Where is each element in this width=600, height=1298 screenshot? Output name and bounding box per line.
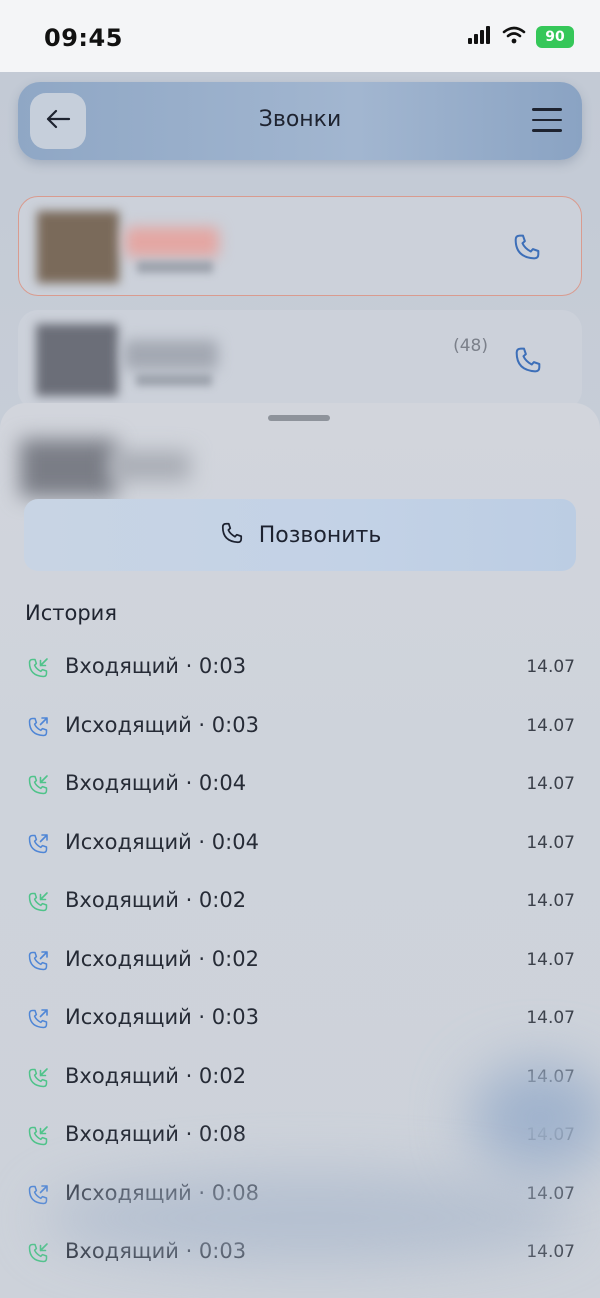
menu-button[interactable] xyxy=(532,108,562,134)
call-type-duration: Входящий · 0:04 xyxy=(65,771,247,795)
incoming-call-icon xyxy=(26,656,50,680)
history-row[interactable]: Исходящий · 0:08 14.07 xyxy=(0,1166,600,1225)
call-button[interactable]: Позвонить xyxy=(24,499,576,571)
call-date: 14.07 xyxy=(526,832,575,853)
call-type-duration: Исходящий · 0:04 xyxy=(65,829,259,854)
history-row[interactable]: Входящий · 0:08 14.07 xyxy=(0,1107,600,1166)
history-row[interactable]: Входящий · 0:02 14.07 xyxy=(0,1049,600,1108)
history-row[interactable]: Исходящий · 0:03 14.07 xyxy=(0,698,600,757)
wifi-icon xyxy=(502,26,526,48)
call-date: 14.07 xyxy=(526,891,575,911)
call-history-sheet: Позвонить История Входящий · 0:03 14.07 Ис… xyxy=(0,403,600,1298)
avatar xyxy=(36,324,118,396)
status-bar: 09:45 90 xyxy=(0,0,600,72)
history-row[interactable]: Входящий · 0:04 14.07 xyxy=(0,756,600,815)
battery-indicator: 90 xyxy=(536,26,574,48)
header-bar: Звонки xyxy=(18,82,582,160)
incoming-call-icon xyxy=(26,1124,50,1148)
call-date: 14.07 xyxy=(526,1183,575,1204)
call-date: 14.07 xyxy=(526,1242,575,1262)
call-type-duration: Исходящий · 0:03 xyxy=(65,1005,259,1029)
contact-card[interactable]: (48) xyxy=(18,310,582,410)
history-row[interactable]: Исходящий · 0:02 14.07 xyxy=(0,932,600,991)
contact-card[interactable] xyxy=(18,196,582,296)
contact-avatar-blurred xyxy=(20,439,116,497)
history-row[interactable]: Исходящий · 0:04 14.07 xyxy=(0,815,600,874)
incoming-call-icon xyxy=(26,1066,50,1090)
outgoing-call-icon xyxy=(26,949,50,973)
call-type-duration: Исходящий · 0:03 xyxy=(65,712,259,737)
outgoing-call-icon xyxy=(26,1183,50,1207)
page-title: Звонки xyxy=(258,107,342,132)
contact-subtitle-blurred xyxy=(137,261,213,273)
sheet-drag-handle[interactable] xyxy=(268,415,330,421)
phone-icon[interactable] xyxy=(511,231,543,263)
avatar xyxy=(37,211,119,283)
history-list: Входящий · 0:03 14.07 Исходящий · 0:03 14.0… xyxy=(0,639,600,1283)
history-row[interactable]: Входящий · 0:03 14.07 xyxy=(0,639,600,698)
history-row[interactable]: Исходящий · 0:03 14.07 xyxy=(0,990,600,1049)
call-count: (48) xyxy=(453,336,488,356)
history-row[interactable]: Входящий · 0:02 14.07 xyxy=(0,873,600,932)
call-type-duration: Входящий · 0:02 xyxy=(65,888,247,912)
call-date: 14.07 xyxy=(526,774,575,794)
contact-name-blurred xyxy=(125,227,219,257)
call-date: 14.07 xyxy=(526,1008,575,1028)
contact-name-blurred xyxy=(124,340,218,370)
history-title: История xyxy=(25,601,117,625)
status-time: 09:45 xyxy=(44,24,123,52)
phone-icon[interactable] xyxy=(512,344,544,376)
call-date: 14.07 xyxy=(526,1066,575,1087)
call-date: 14.07 xyxy=(526,657,575,677)
battery-level: 90 xyxy=(545,29,565,45)
call-date: 14.07 xyxy=(526,1125,575,1145)
call-type-duration: Исходящий · 0:02 xyxy=(65,946,259,971)
call-type-duration: Входящий · 0:08 xyxy=(65,1122,247,1146)
status-icons: 90 xyxy=(468,26,574,48)
outgoing-call-icon xyxy=(26,832,50,856)
hamburger-menu-icon xyxy=(532,108,562,132)
incoming-call-icon xyxy=(26,1241,50,1265)
contact-subtitle-blurred xyxy=(136,374,212,386)
outgoing-call-icon xyxy=(26,1007,50,1031)
cellular-signal-icon xyxy=(468,26,492,48)
call-button-label: Позвонить xyxy=(258,522,382,548)
incoming-call-icon xyxy=(26,890,50,914)
call-type-duration: Исходящий · 0:08 xyxy=(65,1180,259,1205)
history-row[interactable]: Входящий · 0:03 14.07 xyxy=(0,1224,600,1283)
call-date: 14.07 xyxy=(526,715,575,736)
call-date: 14.07 xyxy=(526,949,575,970)
call-type-duration: Входящий · 0:03 xyxy=(65,1239,247,1263)
contact-name-blurred xyxy=(110,451,190,481)
call-type-duration: Входящий · 0:02 xyxy=(65,1063,247,1088)
incoming-call-icon xyxy=(26,773,50,797)
phone-icon xyxy=(219,520,245,550)
call-type-duration: Входящий · 0:03 xyxy=(65,654,247,678)
outgoing-call-icon xyxy=(26,715,50,739)
